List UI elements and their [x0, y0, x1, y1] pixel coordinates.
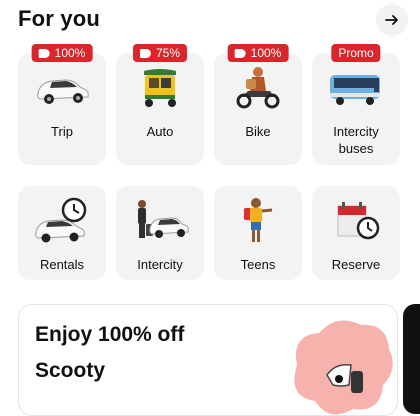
discount-badge: 100%	[31, 44, 93, 62]
arrow-right-icon	[385, 15, 398, 25]
discount-badge: 100%	[227, 44, 289, 62]
tile-auto[interactable]: 75% Auto	[116, 44, 204, 165]
promo-card[interactable]: Enjoy 100% off Scooty	[18, 304, 398, 416]
tile-label: Trip	[51, 124, 73, 139]
tile-trip[interactable]: 100% Trip	[18, 44, 106, 165]
discount-badge: 75%	[132, 44, 188, 62]
tile-bike[interactable]: 100% Bike	[214, 44, 302, 165]
tile-rentals[interactable]: Rentals	[18, 186, 106, 280]
tile-reserve[interactable]: Reserve	[312, 186, 400, 280]
tile-intercity-buses[interactable]: Promo Intercity buses	[312, 44, 400, 165]
tile-label: Auto	[146, 124, 174, 139]
tile-intercity[interactable]: Intercity	[116, 186, 204, 280]
traveler-car-icon	[138, 200, 189, 238]
promo-title: Enjoy 100% off	[35, 323, 185, 346]
tile-label: Intercity buses	[312, 123, 400, 157]
tile-label-line: buses	[338, 141, 374, 156]
bike-icon	[236, 67, 280, 109]
car-icon	[37, 79, 89, 104]
tile-label: Reserve	[331, 257, 381, 272]
scooty-illustration	[294, 320, 393, 415]
discount-tag-icon	[38, 49, 50, 58]
next-promo-card[interactable]	[403, 304, 420, 414]
header: For you	[18, 4, 408, 36]
see-all-button[interactable]	[376, 4, 408, 36]
tile-label-line: Intercity	[333, 124, 379, 139]
tile-label: Bike	[245, 124, 271, 139]
teen-icon	[244, 198, 273, 242]
auto-rickshaw-icon	[144, 69, 176, 107]
promo-badge: Promo	[331, 44, 381, 62]
tile-label: Intercity	[137, 257, 183, 272]
promo-subtitle: Scooty	[35, 359, 106, 382]
tile-label: Rentals	[39, 257, 85, 272]
discount-tag-icon	[234, 49, 246, 58]
tile-teens[interactable]: Teens	[214, 186, 302, 280]
tile-label: Teens	[240, 257, 276, 272]
page-title: For you	[18, 6, 101, 31]
calendar-clock-icon	[337, 202, 380, 240]
discount-tag-icon	[139, 49, 151, 58]
car-clock-icon	[35, 197, 87, 243]
bus-icon	[330, 75, 380, 105]
